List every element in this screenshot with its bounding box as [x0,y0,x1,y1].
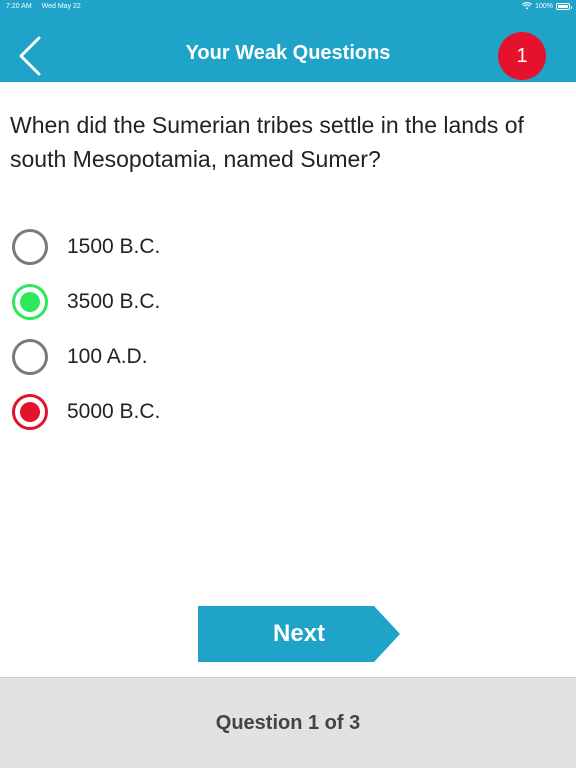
status-left: 7:20 AM Wed May 22 [6,3,89,10]
radio-button[interactable] [12,394,48,430]
radio-button[interactable] [12,229,48,265]
option-label: 100 A.D. [67,345,148,368]
option-4[interactable]: 5000 B.C. [12,392,312,432]
status-date: Wed May 22 [41,2,81,10]
option-label: 1500 B.C. [67,235,161,258]
wifi-icon [522,2,533,10]
question-text: When did the Sumerian tribes settle in t… [10,112,524,172]
option-label: 3500 B.C. [67,290,161,313]
footer: Question 1 of 3 [0,677,576,768]
radio-button[interactable] [12,339,48,375]
status-bar: 7:20 AM Wed May 22 100% [0,0,576,12]
battery-percent: 100% [535,2,553,10]
weak-count-badge[interactable]: 1 [498,32,546,80]
radio-button[interactable] [12,284,48,320]
status-right: 100% [522,2,572,10]
option-1[interactable]: 1500 B.C. [12,227,312,267]
option-2[interactable]: 3500 B.C. [12,282,312,322]
option-label: 5000 B.C. [67,400,161,423]
question-progress: Question 1 of 3 [215,711,361,734]
status-time: 7:20 AM [6,2,32,10]
page-title: Your Weak Questions [185,42,391,64]
next-button[interactable]: Next [198,606,400,662]
next-button-label: Next [272,620,326,647]
option-3[interactable]: 100 A.D. [12,337,312,377]
nav-bar: Your Weak Questions 1 [0,12,576,82]
battery-icon [556,2,572,10]
